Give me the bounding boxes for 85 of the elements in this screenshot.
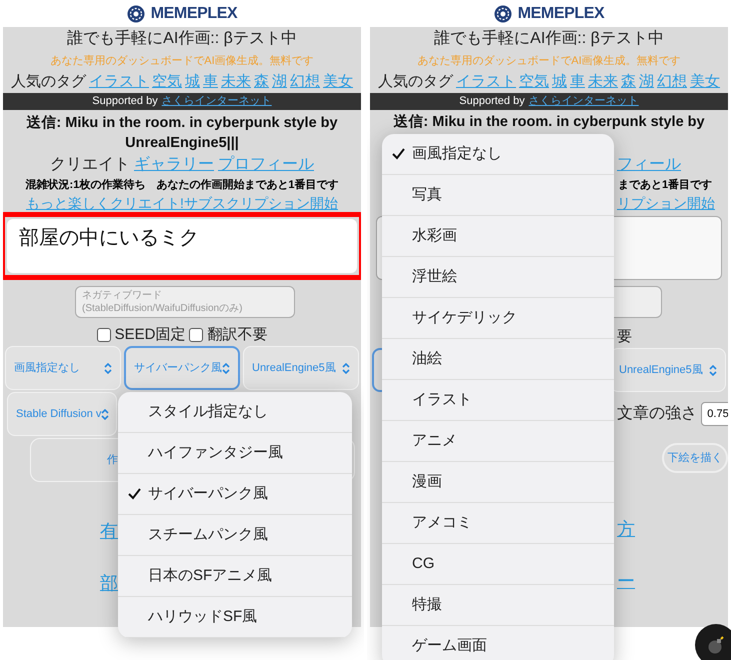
logo-icon bbox=[126, 4, 145, 22]
tag-link[interactable]: イラスト bbox=[89, 70, 149, 94]
prompt-field[interactable]: 部屋の中にいるミク bbox=[7, 219, 357, 273]
page-link[interactable]: 方 bbox=[617, 519, 635, 539]
creator-label: クリエイト bbox=[50, 155, 130, 175]
menu-item[interactable]: 日本のSFアニメ風 bbox=[118, 556, 352, 597]
checkbox-label: SEED固定 bbox=[114, 324, 186, 345]
tags-label: 人気のタグ bbox=[11, 72, 86, 92]
tag-link[interactable]: 未来 bbox=[588, 70, 618, 94]
style-select[interactable]: サイバーパンク風 bbox=[124, 346, 240, 390]
queue-status: まであと1番目です bbox=[618, 178, 712, 193]
bomb-icon bbox=[706, 635, 726, 655]
tags-label: 人気のタグ bbox=[378, 72, 453, 92]
tag-link[interactable]: 幻想 bbox=[290, 70, 320, 94]
creator-link[interactable]: ギャラリー bbox=[134, 153, 214, 177]
menu-item[interactable]: 水彩画 bbox=[382, 216, 614, 257]
negative-prompt-field[interactable]: ネガティブワード (StableDiffusion/WaifuDiffusionのみ) bbox=[75, 286, 295, 318]
tagline: あなた専用のダッシュボードでAI画像生成。無料です bbox=[416, 54, 682, 69]
headline: 誰でも手軽にAI作画:: βテスト中 bbox=[433, 28, 665, 49]
menu-item[interactable]: イラスト bbox=[382, 380, 614, 421]
tag-link[interactable]: 空気 bbox=[152, 70, 182, 94]
tagline: あなた専用のダッシュボードでAI画像生成。無料です bbox=[49, 54, 315, 69]
sketch-button[interactable]: 下絵を描く bbox=[662, 443, 728, 473]
tag-link[interactable]: 車 bbox=[570, 70, 585, 94]
tag-link[interactable]: イラスト bbox=[456, 70, 516, 94]
sponsor-link[interactable]: さくらインターネット bbox=[162, 93, 272, 110]
checkbox[interactable] bbox=[189, 328, 204, 342]
checkbox-label: 要 bbox=[617, 326, 632, 347]
menu-item[interactable]: 特撮 bbox=[382, 585, 614, 626]
logo-icon bbox=[494, 4, 512, 22]
tag-link[interactable]: 湖 bbox=[272, 70, 287, 94]
subscribe-link[interactable]: リプション開始 bbox=[617, 192, 715, 214]
menu-item[interactable]: サイケデリック bbox=[382, 298, 614, 339]
sent-prompt-text: 送信: Miku in the room. in cyberpunk style by bbox=[393, 113, 705, 132]
brand-name[interactable]: MEMEPLEX bbox=[150, 2, 238, 26]
brand-name[interactable]: MEMEPLEX bbox=[518, 2, 604, 26]
creator-link[interactable]: プロフィール bbox=[218, 153, 314, 177]
page-link[interactable]: ー bbox=[617, 571, 635, 591]
menu-item[interactable]: ハイファンタジー風 bbox=[118, 433, 352, 474]
page-link[interactable]: 部 bbox=[100, 573, 118, 593]
tag-link[interactable]: 空気 bbox=[519, 70, 549, 94]
menu-item[interactable]: 油絵 bbox=[382, 339, 614, 380]
creator-link[interactable]: フィール bbox=[617, 153, 681, 177]
sponsor-link[interactable]: さくらインターネット bbox=[528, 93, 639, 110]
tag-link[interactable]: 美女 bbox=[690, 70, 720, 94]
menu-item[interactable]: 画風指定なし bbox=[382, 134, 614, 175]
updown-chevron-icon bbox=[342, 362, 350, 374]
menu-item[interactable]: 浮世絵 bbox=[382, 257, 614, 298]
menu-item[interactable]: ハリウッドSF風 bbox=[118, 597, 352, 638]
updown-chevron-icon bbox=[222, 362, 230, 374]
menu-item[interactable]: 漫画 bbox=[382, 462, 614, 503]
tag-link[interactable]: 城 bbox=[185, 70, 200, 94]
tag-link[interactable]: 湖 bbox=[639, 70, 654, 94]
tag-link[interactable]: 森 bbox=[254, 70, 269, 94]
page-link[interactable]: 有 bbox=[100, 521, 118, 541]
menu-item[interactable]: スタイル指定なし bbox=[118, 392, 352, 433]
tag-link[interactable]: 車 bbox=[203, 70, 218, 94]
sponsor-text: Supported by bbox=[459, 94, 525, 110]
menu-item[interactable]: アメコミ bbox=[382, 503, 614, 544]
updown-chevron-icon bbox=[104, 362, 112, 374]
strength-field[interactable]: 0.75 bbox=[701, 402, 728, 426]
tag-link[interactable]: 幻想 bbox=[657, 70, 687, 94]
queue-status: 混雑状況:1枚の作業待ち あなたの作画開始まであと1番目です bbox=[24, 178, 340, 193]
tag-link[interactable]: 森 bbox=[621, 70, 636, 94]
model-select[interactable]: Stable Diffusion v bbox=[7, 392, 117, 436]
style-select[interactable]: 画風指定なし bbox=[5, 346, 121, 390]
style-select[interactable]: UnrealEngine5風 bbox=[243, 346, 359, 390]
checkbox-label: 翻訳不要 bbox=[207, 324, 268, 345]
checkbox[interactable] bbox=[96, 328, 111, 342]
sent-prompt-text: 送信: Miku in the room. in cyberpunk style by UnrealEngine5||| bbox=[25, 114, 339, 153]
headline: 誰でも手軽にAI作画:: βテスト中 bbox=[66, 28, 298, 49]
tag-link[interactable]: 未来 bbox=[221, 70, 251, 94]
menu-item[interactable]: サイバーパンク風 bbox=[118, 474, 352, 515]
menu-item[interactable]: CG bbox=[382, 544, 614, 585]
menu-item[interactable]: 写真 bbox=[382, 175, 614, 216]
updown-chevron-icon bbox=[709, 364, 717, 376]
sponsor-text: Supported by bbox=[92, 94, 158, 110]
menu-item[interactable]: スチームパンク風 bbox=[118, 515, 352, 556]
menu-item[interactable]: ゲーム画面 bbox=[382, 626, 614, 660]
tag-link[interactable]: 城 bbox=[552, 70, 567, 94]
updown-chevron-icon bbox=[101, 408, 110, 420]
strength-label: 文章の強さ bbox=[617, 404, 697, 424]
subscribe-link[interactable]: もっと楽しくクリエイト!サブスクリプション開始 bbox=[26, 194, 338, 212]
menu-item[interactable]: アニメ bbox=[382, 421, 614, 462]
tag-link[interactable]: 美女 bbox=[323, 70, 353, 94]
